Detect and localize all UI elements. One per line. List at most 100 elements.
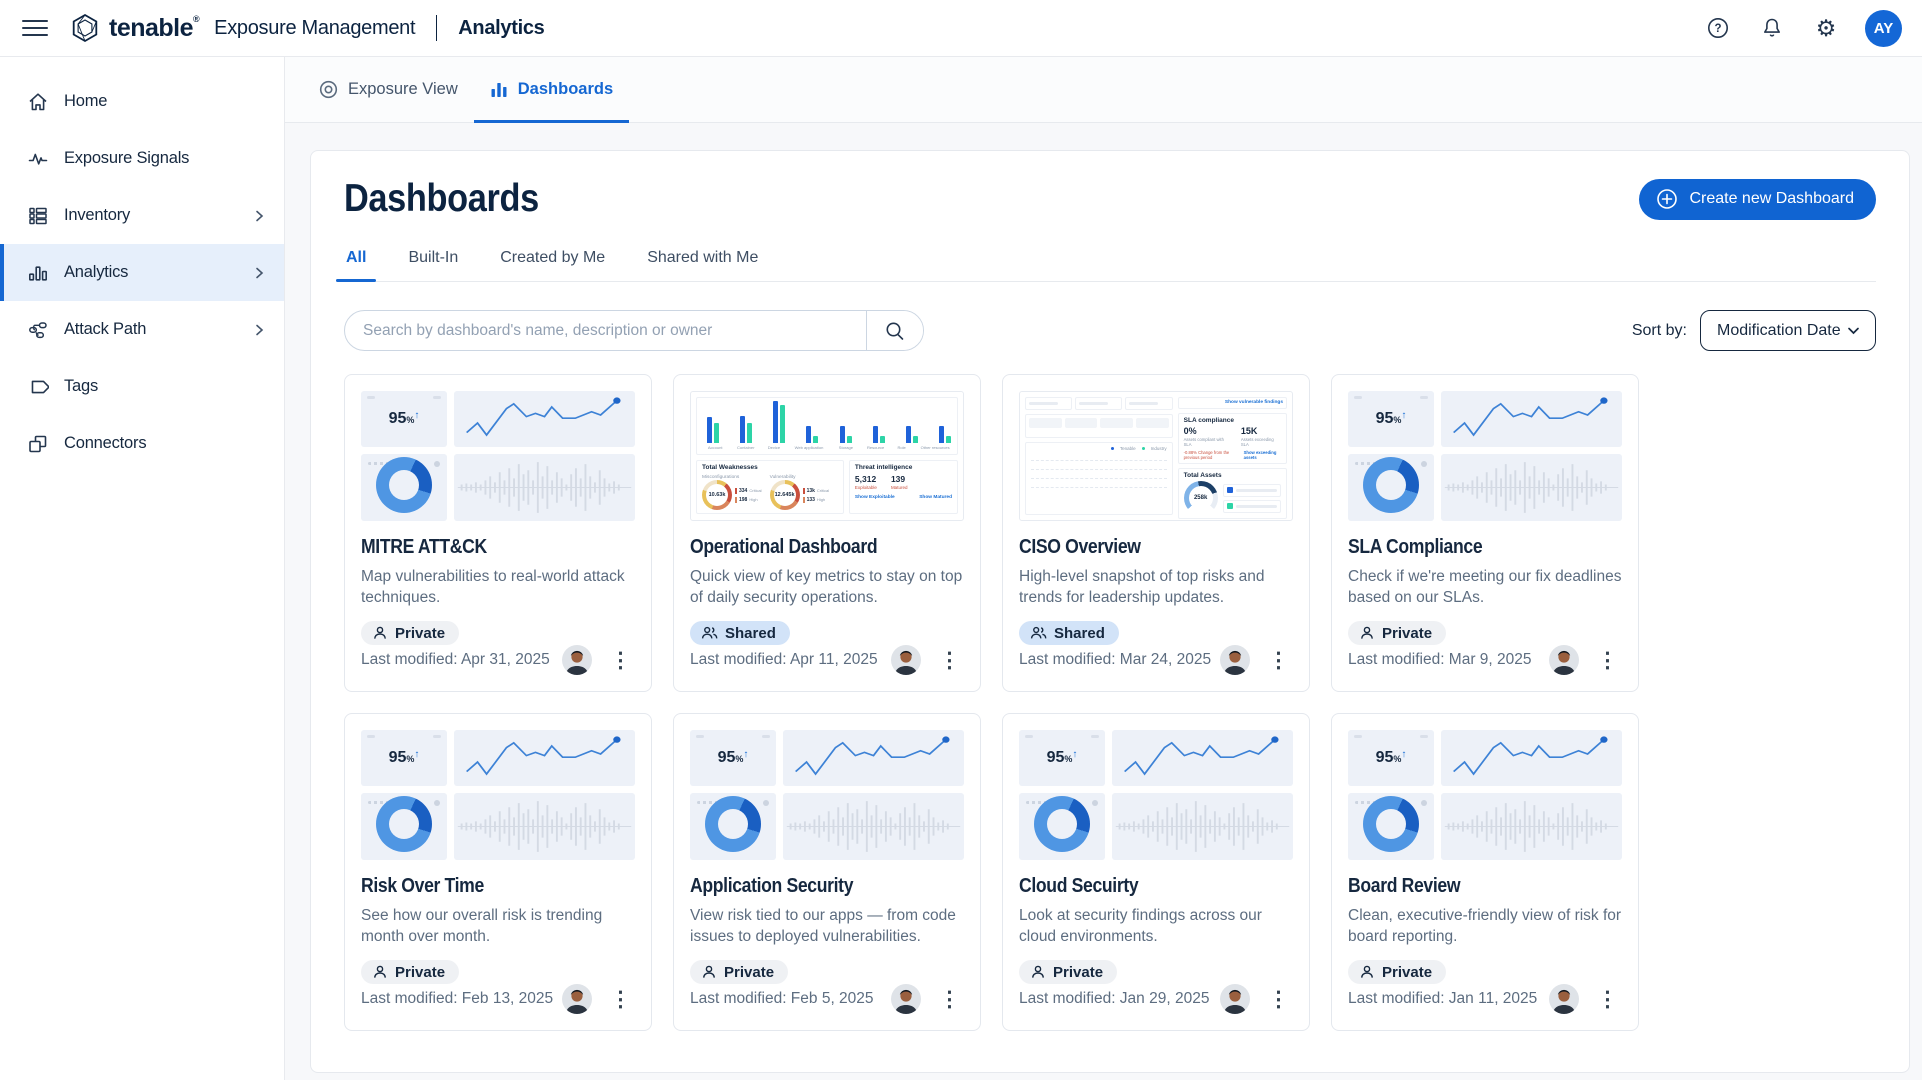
- person-icon: [701, 964, 717, 980]
- sidebar-item-exposure-signals[interactable]: Exposure Signals: [0, 130, 284, 187]
- mini-bar-chart: AccountContainerDeviceWeb applicationSto…: [696, 397, 958, 455]
- dashboards-bars-icon: [490, 81, 508, 99]
- sidebar-item-inventory[interactable]: Inventory: [0, 187, 284, 244]
- people-icon: [701, 625, 718, 641]
- dashboard-card-risk-over-time[interactable]: 95%↑ Risk Over Time See how our overall …: [344, 713, 652, 1031]
- card-thumbnail: 95%↑: [1019, 730, 1293, 860]
- card-title: Cloud Secuirty: [1019, 875, 1293, 898]
- sidebar-item-tags[interactable]: Tags: [0, 358, 284, 415]
- card-thumbnail: 95%↑: [1348, 730, 1622, 860]
- chevron-down-icon: [1846, 323, 1861, 338]
- brand-logo: tenable® Exposure Management Analytics: [70, 13, 545, 43]
- person-icon: [1359, 625, 1375, 641]
- card-thumbnail: 95%↑: [1348, 391, 1622, 521]
- sidebar-item-home[interactable]: Home: [0, 73, 284, 130]
- notifications-bell-icon[interactable]: [1757, 13, 1787, 43]
- kebab-menu-icon[interactable]: ⋮: [606, 648, 635, 673]
- help-icon[interactable]: ?: [1703, 13, 1733, 43]
- sort-dropdown[interactable]: Modification Date: [1700, 310, 1876, 351]
- filter-tab-built-in[interactable]: Built-In: [406, 249, 460, 281]
- owner-avatar: [1549, 984, 1579, 1014]
- attack-path-icon: [27, 319, 49, 341]
- chevron-right-icon: [252, 323, 266, 337]
- owner-avatar: [562, 984, 592, 1014]
- visibility-badge: Shared: [1019, 621, 1119, 645]
- last-modified: Last modified: Feb 13, 2025: [361, 990, 553, 1008]
- kebab-menu-icon[interactable]: ⋮: [935, 987, 964, 1012]
- owner-avatar: [1220, 645, 1250, 675]
- owner-avatar: [891, 645, 921, 675]
- card-description: Clean, executive-friendly view of risk f…: [1348, 905, 1622, 947]
- last-modified: Last modified: Apr 11, 2025: [690, 651, 878, 669]
- last-modified: Last modified: Apr 31, 2025: [361, 651, 550, 669]
- person-icon: [372, 964, 388, 980]
- dashboard-card-cloud-security[interactable]: 95%↑ Cloud Secuirty Look at security fin…: [1002, 713, 1310, 1031]
- kebab-menu-icon[interactable]: ⋮: [1593, 648, 1622, 673]
- card-title: Board Review: [1348, 875, 1622, 898]
- card-description: Check if we're meeting our fix deadlines…: [1348, 566, 1622, 608]
- sort-by-label: Sort by:: [1632, 322, 1687, 340]
- last-modified: Last modified: Feb 5, 2025: [690, 990, 874, 1008]
- card-title: Application Security: [690, 875, 964, 898]
- visibility-badge: Private: [361, 621, 459, 645]
- card-description: Quick view of key metrics to stay on top…: [690, 566, 964, 608]
- owner-avatar: [562, 645, 592, 675]
- visibility-badge: Private: [1348, 960, 1446, 984]
- sidebar: Home Exposure Signals Inventory Analytic…: [0, 57, 285, 1080]
- dashboard-card-board-review[interactable]: 95%↑ Board Review Clean, executive-frien…: [1331, 713, 1639, 1031]
- brand-name: tenable®: [109, 14, 199, 43]
- product-name: Exposure Management: [214, 17, 415, 40]
- filter-tab-shared-with-me[interactable]: Shared with Me: [645, 249, 760, 281]
- filter-tab-all[interactable]: All: [344, 249, 368, 281]
- visibility-badge: Private: [690, 960, 788, 984]
- section-name: Analytics: [458, 17, 544, 40]
- svg-text:?: ?: [1714, 23, 1721, 35]
- sparkline-tile: [454, 391, 635, 447]
- settings-gear-icon[interactable]: ⚙: [1811, 13, 1841, 43]
- user-avatar[interactable]: AY: [1865, 10, 1902, 47]
- hamburger-menu-icon[interactable]: [22, 15, 48, 41]
- card-description: Look at security findings across our clo…: [1019, 905, 1293, 947]
- tab-exposure-view[interactable]: Exposure View: [303, 57, 474, 122]
- search-button[interactable]: [866, 311, 923, 350]
- sidebar-item-connectors[interactable]: Connectors: [0, 415, 284, 472]
- dashboard-card-ciso[interactable]: Tenable Industry Show: [1002, 374, 1310, 692]
- last-modified: Last modified: Mar 24, 2025: [1019, 651, 1211, 669]
- dashboard-card-sla-compliance[interactable]: 95%↑ SLA Compliance Check if we're meeti…: [1331, 374, 1639, 692]
- owner-avatar: [891, 984, 921, 1014]
- tenable-hex-icon: [70, 13, 100, 43]
- visibility-badge: Shared: [690, 621, 790, 645]
- last-modified: Last modified: Jan 11, 2025: [1348, 990, 1537, 1008]
- dashboard-card-operational[interactable]: AccountContainerDeviceWeb applicationSto…: [673, 374, 981, 692]
- mini-weaknesses-panel: Total Weaknesses Misconfigurations 10.63…: [696, 460, 844, 514]
- card-title: Operational Dashboard: [690, 536, 964, 559]
- dashboard-card-mitre-attck[interactable]: 95%↑ MITRE ATT&CK Map vulnerabilities to…: [344, 374, 652, 692]
- chevron-right-icon: [252, 209, 266, 223]
- sidebar-item-analytics[interactable]: Analytics: [0, 244, 284, 301]
- kebab-menu-icon[interactable]: ⋮: [935, 648, 964, 673]
- card-thumbnail: 95%↑: [690, 730, 964, 860]
- search-bar: [344, 310, 924, 351]
- analytics-bars-icon: [27, 262, 49, 284]
- search-input[interactable]: [345, 311, 866, 350]
- mini-trend-chart: Tenable Industry: [1025, 442, 1173, 515]
- home-icon: [27, 91, 49, 113]
- filter-tab-created-by-me[interactable]: Created by Me: [498, 249, 607, 281]
- sidebar-item-attack-path[interactable]: Attack Path: [0, 301, 284, 358]
- owner-avatar: [1220, 984, 1250, 1014]
- brand-divider: [436, 15, 437, 41]
- kebab-menu-icon[interactable]: ⋮: [606, 987, 635, 1012]
- tab-dashboards[interactable]: Dashboards: [474, 57, 629, 122]
- card-description: Map vulnerabilities to real-world attack…: [361, 566, 635, 608]
- kebab-menu-icon[interactable]: ⋮: [1264, 648, 1293, 673]
- dashboard-card-application-security[interactable]: 95%↑ Application Security View risk tied…: [673, 713, 981, 1031]
- kebab-menu-icon[interactable]: ⋮: [1593, 987, 1622, 1012]
- kebab-menu-icon[interactable]: ⋮: [1264, 987, 1293, 1012]
- person-icon: [372, 625, 388, 641]
- people-icon: [1030, 625, 1047, 641]
- donut-chart: [376, 457, 432, 513]
- top-bar: tenable® Exposure Management Analytics ?…: [0, 0, 1922, 57]
- create-new-dashboard-button[interactable]: Create new Dashboard: [1639, 179, 1876, 220]
- target-icon: [319, 80, 338, 99]
- chevron-right-icon: [252, 266, 266, 280]
